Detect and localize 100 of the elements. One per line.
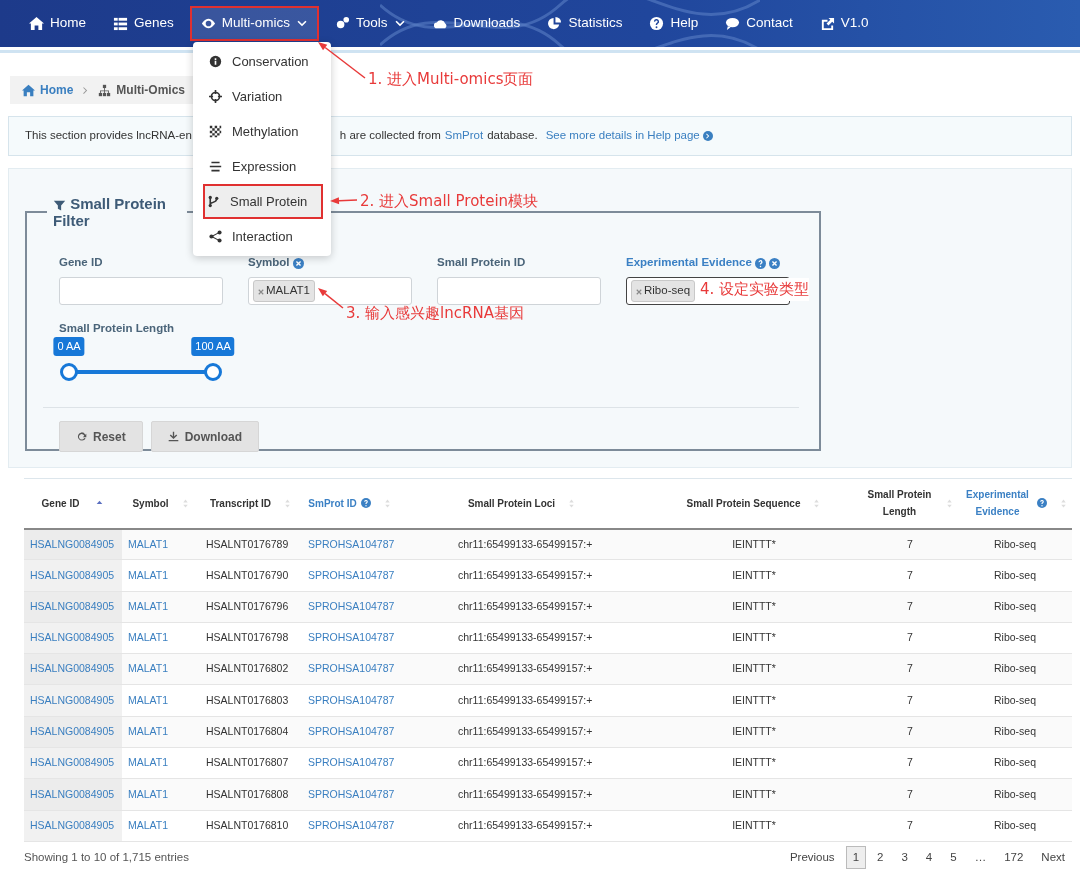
table-cell[interactable]: SPROHSA104787 [302,778,398,811]
reset-button[interactable]: Reset [59,421,143,452]
page-link[interactable]: 172 [997,845,1031,870]
page-link[interactable]: 1 [845,845,867,870]
column-header[interactable]: Small Protein Loci [398,478,646,529]
table-cell[interactable]: HSALNG0084905 [24,810,122,842]
table-cell[interactable]: MALAT1 [122,810,200,842]
table-cell[interactable]: HSALNG0084905 [24,778,122,811]
page-link[interactable]: 4 [918,845,940,870]
column-header[interactable]: Small Protein Sequence [646,478,862,529]
table-cell: HSALNT0176807 [200,747,302,779]
nav-item[interactable]: Help [638,6,710,41]
annotation-arrow [318,42,366,79]
lines-icon [209,160,222,173]
filter-icon [53,198,66,212]
table-cell[interactable]: HSALNG0084905 [24,591,122,623]
table-cell[interactable]: SPROHSA104787 [302,685,398,717]
input-field[interactable] [437,277,601,305]
table-cell[interactable]: SPROHSA104787 [302,653,398,685]
table-cell[interactable]: HSALNG0084905 [24,622,122,654]
table-cell[interactable]: MALAT1 [122,559,200,592]
dropdown-item[interactable]: Small Protein [203,184,323,219]
slider-value-label: 0 AA [53,337,85,356]
nav-item[interactable]: Tools [324,6,417,41]
column-header[interactable]: SmProt ID [302,478,398,529]
table-cell: IEINTTT* [646,778,862,811]
dropdown-item[interactable]: Interaction [193,219,331,254]
smprot-link[interactable]: SmProt [444,127,484,145]
input-field[interactable]: MALAT1 [248,277,412,305]
table-cell: 7 [862,778,958,811]
slider-thumb[interactable] [60,363,78,381]
table-cell[interactable]: SPROHSA104787 [302,622,398,654]
table-cell: HSALNT0176808 [200,778,302,811]
info-icon [209,55,222,68]
column-header[interactable]: Transcript ID [200,478,302,529]
table-cell[interactable]: HSALNG0084905 [24,716,122,748]
dropdown-item[interactable]: Variation [193,79,331,114]
table-cell[interactable]: HSALNG0084905 [24,653,122,685]
tag-chip[interactable]: MALAT1 [253,280,315,302]
table-cell: 7 [862,716,958,748]
table-cell[interactable]: HSALNG0084905 [24,528,122,560]
help-icon [649,16,665,31]
table-cell: chr11:65499133-65499157:+ [398,716,646,748]
field-label: Symbol [248,255,290,271]
nav-item[interactable]: Statistics [536,6,634,41]
annotation-arrow [330,197,358,205]
table-cell: chr11:65499133-65499157:+ [398,653,646,685]
table-cell[interactable]: SPROHSA104787 [302,716,398,748]
table-cell[interactable]: SPROHSA104787 [302,528,398,560]
intro-text: h are collected from [339,128,441,144]
table-cell: chr11:65499133-65499157:+ [398,685,646,717]
download-icon [167,431,179,442]
help-link[interactable]: See more details in Help page [545,127,713,145]
table-cell[interactable]: HSALNG0084905 [24,559,122,592]
range-slider[interactable]: 0 AA 100 AA [46,337,236,385]
table-cell[interactable]: SPROHSA104787 [302,810,398,842]
column-header[interactable]: Small Protein Length [862,478,958,529]
table-cell: Ribo-seq [958,653,1072,685]
table-cell[interactable]: SPROHSA104787 [302,747,398,779]
nav-item[interactable]: Multi-omics [189,6,320,41]
nav-item[interactable]: Downloads [421,6,532,41]
table-cell[interactable]: MALAT1 [122,622,200,654]
arrow-circle-icon [702,131,713,141]
page-link[interactable]: 5 [943,845,964,870]
table-cell[interactable]: MALAT1 [122,653,200,685]
crosshair-icon [209,90,222,103]
page-link[interactable]: 3 [894,845,915,870]
intro-text: This section provides lncRNA-en [25,128,192,144]
page-link[interactable]: Next [1034,845,1072,870]
column-header[interactable]: Experimental Evidence [958,478,1072,529]
table-cell[interactable]: SPROHSA104787 [302,559,398,592]
table-cell[interactable]: MALAT1 [122,716,200,748]
table-cell[interactable]: HSALNG0084905 [24,685,122,717]
dropdown-item[interactable]: Conservation [193,44,331,79]
table-cell[interactable]: HSALNG0084905 [24,747,122,779]
slider-thumb[interactable] [204,363,222,381]
breadcrumb-link[interactable]: Home [22,81,74,99]
input-field[interactable] [59,277,223,305]
table-cell[interactable]: MALAT1 [122,591,200,623]
table-cell[interactable]: MALAT1 [122,685,200,717]
dropdown-item[interactable]: Methylation [193,114,331,149]
column-header[interactable]: Gene ID [24,478,122,529]
table-cell[interactable]: MALAT1 [122,778,200,811]
download-button[interactable]: Download [150,421,259,452]
field-label: Experimental Evidence [626,255,752,271]
table-cell: chr11:65499133-65499157:+ [398,591,646,623]
nav-item[interactable]: Genes [102,6,185,41]
dropdown-item[interactable]: Expression [193,149,331,184]
table-cell[interactable]: MALAT1 [122,528,200,560]
table-cell[interactable]: MALAT1 [122,747,200,779]
column-header[interactable]: Symbol [122,478,200,529]
nav-item[interactable]: Home [18,6,97,41]
table-cell[interactable]: SPROHSA104787 [302,591,398,623]
tag-chip[interactable]: Ribo-seq [631,280,696,302]
page-link[interactable]: 2 [870,845,891,870]
nav-item[interactable]: Contact [714,6,804,41]
page-link[interactable]: … [967,845,994,870]
nav-item[interactable]: V1.0 [808,6,880,41]
table-cell: Ribo-seq [958,747,1072,779]
page-link[interactable]: Previous [782,845,842,870]
